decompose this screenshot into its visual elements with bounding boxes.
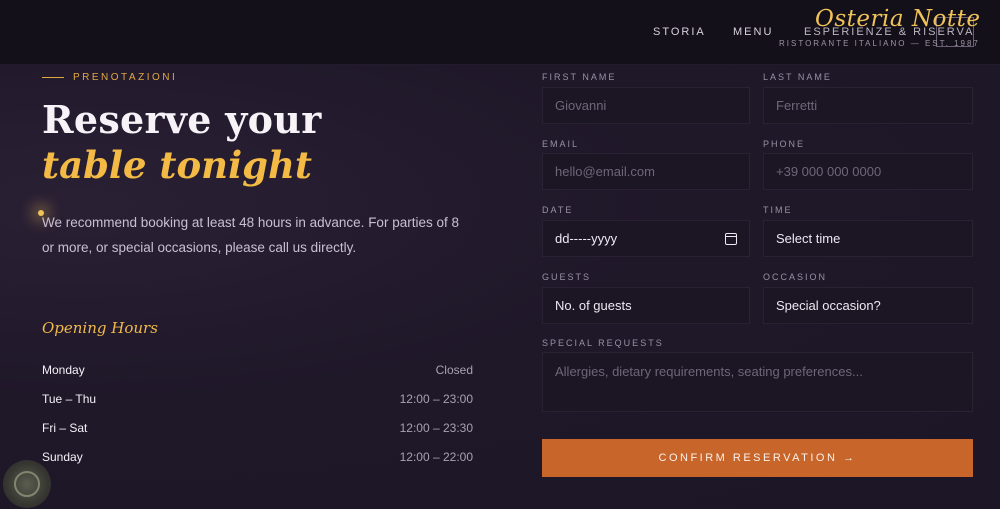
occasion-select[interactable]: Special occasion? xyxy=(763,287,973,324)
date-value: dd-----yyyy xyxy=(555,231,618,246)
occasion-label: OCCASION xyxy=(763,272,828,282)
site-header: STORIA MENU ESPERIENZE & RISERVA Osteria… xyxy=(0,0,1000,65)
reservation-page: STORIA MENU ESPERIENZE & RISERVA Osteria… xyxy=(0,0,1000,509)
guests-label: GUESTS xyxy=(542,272,592,282)
hours-time: 12:00 – 23:30 xyxy=(399,420,473,435)
email-field[interactable] xyxy=(542,153,750,190)
opening-hours-title: Opening Hours xyxy=(42,319,158,337)
phone-input[interactable] xyxy=(776,164,960,179)
special-requests-input[interactable] xyxy=(555,364,960,400)
logo-tagline: RISTORANTE ITALIANO — EST. 1987 xyxy=(779,39,980,48)
phone-field[interactable] xyxy=(763,153,973,190)
special-requests-label: SPECIAL REQUESTS xyxy=(542,338,664,348)
guests-value: No. of guests xyxy=(555,298,632,313)
logo[interactable]: Osteria Notte xyxy=(815,6,980,32)
hours-day: Sunday xyxy=(42,449,83,464)
email-label: EMAIL xyxy=(542,139,580,149)
last-name-field[interactable] xyxy=(763,87,973,124)
hours-day: Fri – Sat xyxy=(42,420,88,435)
page-title-accent: table tonight xyxy=(42,143,313,187)
time-value: Select time xyxy=(776,231,841,246)
hours-row: Fri – Sat 12:00 – 23:30 xyxy=(42,413,473,442)
guests-select[interactable]: No. of guests xyxy=(542,287,750,324)
hours-row: Monday Closed xyxy=(42,355,473,384)
hours-time: 12:00 – 23:00 xyxy=(399,391,473,406)
hours-row: Tue – Thu 12:00 – 23:00 xyxy=(42,384,473,413)
nav-link-storia[interactable]: STORIA xyxy=(653,26,706,38)
last-name-label: LAST NAME xyxy=(763,72,832,82)
nav-link-menu[interactable]: MENU xyxy=(733,26,773,38)
badge-icon xyxy=(3,460,51,508)
section-eyebrow: PRENOTAZIONI xyxy=(42,72,177,83)
confirm-reservation-button[interactable]: CONFIRM RESERVATION → xyxy=(542,439,973,477)
hours-day: Tue – Thu xyxy=(42,391,97,406)
last-name-input[interactable] xyxy=(776,98,960,113)
occasion-value: Special occasion? xyxy=(776,298,881,313)
eyebrow-label: PRENOTAZIONI xyxy=(73,72,178,83)
phone-label: PHONE xyxy=(763,139,806,149)
email-input[interactable] xyxy=(555,164,737,179)
time-select[interactable]: Select time xyxy=(763,220,973,257)
special-requests-field[interactable] xyxy=(542,352,973,412)
time-label: TIME xyxy=(763,205,793,215)
hours-row: Sunday 12:00 – 22:00 xyxy=(42,442,473,471)
hours-time: 12:00 – 22:00 xyxy=(399,449,473,464)
first-name-label: FIRST NAME xyxy=(542,72,617,82)
eyebrow-divider xyxy=(42,77,64,78)
hours-time: Closed xyxy=(435,362,473,377)
first-name-input[interactable] xyxy=(555,98,737,113)
page-title: Reserve your xyxy=(42,97,322,142)
date-label: DATE xyxy=(542,205,574,215)
hours-day: Monday xyxy=(42,362,85,377)
badge-ring-icon xyxy=(14,471,40,497)
intro-text: We recommend booking at least 48 hours i… xyxy=(42,215,459,255)
calendar-icon[interactable] xyxy=(725,232,737,245)
date-field[interactable]: dd-----yyyy xyxy=(542,220,750,257)
first-name-field[interactable] xyxy=(542,87,750,124)
